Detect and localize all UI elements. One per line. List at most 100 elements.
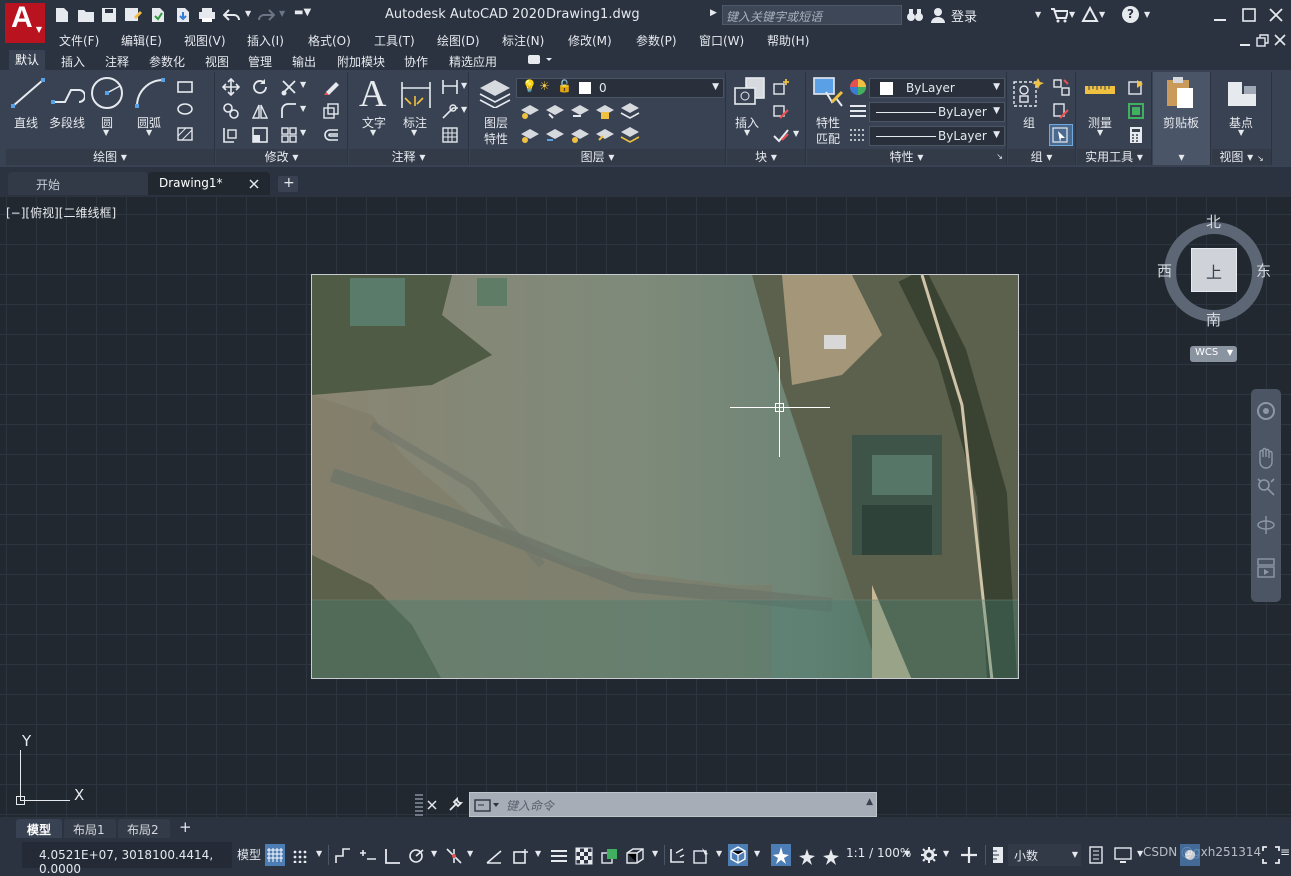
- layer-tool-2-icon[interactable]: [545, 102, 565, 120]
- linetype-dropdown[interactable]: ByLayer ▼: [869, 126, 1005, 146]
- object-snap-dropdown-icon[interactable]: ▼: [535, 849, 541, 858]
- plot-icon[interactable]: [198, 7, 216, 23]
- minimize-icon[interactable]: [1213, 8, 1227, 22]
- offset-icon[interactable]: [322, 126, 340, 144]
- object-snap-tracking-icon[interactable]: [485, 847, 503, 865]
- trim-dropdown-icon[interactable]: ▼: [300, 80, 306, 89]
- array-dropdown-icon[interactable]: ▼: [300, 128, 306, 137]
- line-label[interactable]: 直线: [14, 114, 38, 131]
- linear-dim-icon[interactable]: [441, 78, 459, 96]
- infer-constraints-icon[interactable]: [334, 847, 352, 865]
- maximize-icon[interactable]: [1242, 8, 1256, 22]
- save-as-icon[interactable]: [124, 7, 142, 23]
- block-attributes-dropdown-icon[interactable]: ▼: [793, 129, 799, 138]
- polar-dropdown-icon[interactable]: ▼: [431, 849, 437, 858]
- group-icon[interactable]: [1012, 76, 1044, 110]
- menu-view[interactable]: 视图(V): [184, 32, 226, 49]
- snap-dropdown-icon[interactable]: ▼: [316, 849, 322, 858]
- calculator-icon[interactable]: [1127, 126, 1145, 144]
- menu-dimension[interactable]: 标注(N): [502, 32, 544, 49]
- command-history-icon[interactable]: ▲: [866, 797, 873, 807]
- draw-panel-title[interactable]: 绘图 ▾: [6, 149, 214, 165]
- menu-format[interactable]: 格式(O): [308, 32, 351, 49]
- lineweight-display-icon[interactable]: [550, 847, 568, 865]
- model-tab[interactable]: 模型: [16, 819, 62, 838]
- help-icon[interactable]: ?: [1122, 6, 1139, 23]
- ribbon-tab-addins[interactable]: 附加模块: [337, 53, 385, 70]
- array-icon[interactable]: [280, 126, 298, 144]
- ortho-icon[interactable]: [383, 847, 401, 865]
- app-menu-button[interactable]: A ▼: [5, 1, 45, 43]
- search-expand-icon[interactable]: ▶: [710, 8, 717, 18]
- color-dropdown[interactable]: ByLayer ▼: [869, 78, 1005, 98]
- gizmo-toggle[interactable]: [728, 844, 748, 866]
- ribbon-tab-view[interactable]: 视图: [205, 53, 229, 70]
- menu-modify[interactable]: 修改(M): [568, 32, 612, 49]
- text-dropdown-icon[interactable]: ▼: [370, 128, 376, 137]
- selection-filter-dropdown-icon[interactable]: ▼: [716, 849, 722, 858]
- dynamic-ucs-icon[interactable]: [668, 847, 686, 865]
- mirror-icon[interactable]: [251, 102, 269, 120]
- layer-tool-5-icon[interactable]: [620, 102, 640, 120]
- isodraft-icon[interactable]: [445, 847, 463, 865]
- view-launcher-icon[interactable]: ↘: [1257, 154, 1264, 163]
- edit-block-icon[interactable]: [772, 102, 790, 120]
- layer-dropdown[interactable]: 💡 ☀ 🔓 0 ▼: [516, 78, 724, 98]
- measure-dropdown-icon[interactable]: ▼: [1097, 128, 1103, 137]
- properties-panel-title[interactable]: 特性 ▾ ↘: [807, 149, 1006, 165]
- explode-icon[interactable]: [322, 102, 340, 120]
- start-tab[interactable]: 开始: [8, 172, 148, 195]
- menu-tools[interactable]: 工具(T): [374, 32, 415, 49]
- ribbon-tab-featured-apps[interactable]: 精选应用: [449, 53, 497, 70]
- drawing-canvas[interactable]: [−][俯视][二维线框] 上 北 南 西 东 WCS ▼ Y X 键入命令 ▲: [0, 197, 1291, 817]
- leader-icon[interactable]: [441, 102, 459, 120]
- modify-panel-title[interactable]: 修改 ▾: [216, 149, 347, 165]
- viewcube-north-label[interactable]: 北: [1206, 211, 1221, 232]
- layer-tool-6-icon[interactable]: [520, 126, 540, 144]
- selection-filter-icon[interactable]: [692, 847, 710, 865]
- menu-insert[interactable]: 插入(I): [247, 32, 284, 49]
- layer-tool-4-icon[interactable]: [595, 102, 615, 120]
- color-wheel-icon[interactable]: [849, 78, 867, 96]
- viewcube-east-label[interactable]: 东: [1256, 260, 1271, 281]
- layer-tool-1-icon[interactable]: [520, 102, 540, 120]
- viewcube-top-face[interactable]: 上: [1191, 248, 1237, 292]
- clean-screen-icon[interactable]: [1262, 846, 1280, 864]
- viewcube-south-label[interactable]: 南: [1206, 309, 1221, 330]
- a360-icon[interactable]: [1081, 6, 1099, 24]
- drawing1-tab[interactable]: Drawing1*: [148, 172, 270, 195]
- insert-dropdown-icon[interactable]: ▼: [744, 128, 750, 137]
- match-properties-label-a[interactable]: 特性: [816, 114, 840, 131]
- clipboard-panel-toggle[interactable]: ▾: [1153, 149, 1210, 165]
- layer-properties-label-a[interactable]: 图层: [484, 114, 508, 131]
- polar-tracking-icon[interactable]: [407, 847, 427, 865]
- menu-edit[interactable]: 编辑(E): [121, 32, 162, 49]
- fillet-dropdown-icon[interactable]: ▼: [300, 104, 306, 113]
- menu-file[interactable]: 文件(F): [59, 32, 99, 49]
- arc-dropdown-icon[interactable]: ▼: [146, 128, 152, 137]
- block-panel-title[interactable]: 块 ▾: [727, 149, 805, 165]
- quick-properties-icon[interactable]: [1088, 846, 1104, 864]
- doc-close-icon[interactable]: [1274, 34, 1286, 46]
- quick-select-icon[interactable]: [1127, 78, 1145, 96]
- dimension-dropdown-icon[interactable]: ▼: [411, 128, 417, 137]
- viewcube[interactable]: 上 北 南 西 东 WCS ▼: [1152, 210, 1277, 365]
- close-icon[interactable]: [1269, 8, 1283, 22]
- hatch-icon[interactable]: [176, 102, 194, 116]
- save-web-icon[interactable]: [175, 7, 191, 23]
- annotation-monitor-icon[interactable]: [960, 846, 978, 864]
- insert-block-icon[interactable]: [732, 76, 768, 110]
- create-block-icon[interactable]: [772, 78, 790, 96]
- ribbon-tab-parametric[interactable]: 参数化: [149, 53, 185, 70]
- command-prompt-icon[interactable]: [474, 799, 500, 813]
- layer-tool-9-icon[interactable]: [595, 126, 615, 144]
- move-icon[interactable]: [222, 78, 240, 96]
- showmotion-icon[interactable]: [1256, 557, 1276, 579]
- login-link[interactable]: 登录: [951, 6, 977, 25]
- layer-tool-8-icon[interactable]: [570, 126, 590, 144]
- units-dropdown[interactable]: 小数 ▼: [1008, 844, 1081, 866]
- selection-cycling-icon[interactable]: [600, 847, 620, 865]
- ungroup-icon[interactable]: [1052, 78, 1070, 96]
- wcs-menu-button[interactable]: WCS ▼: [1190, 346, 1237, 362]
- text-icon[interactable]: A: [359, 72, 386, 116]
